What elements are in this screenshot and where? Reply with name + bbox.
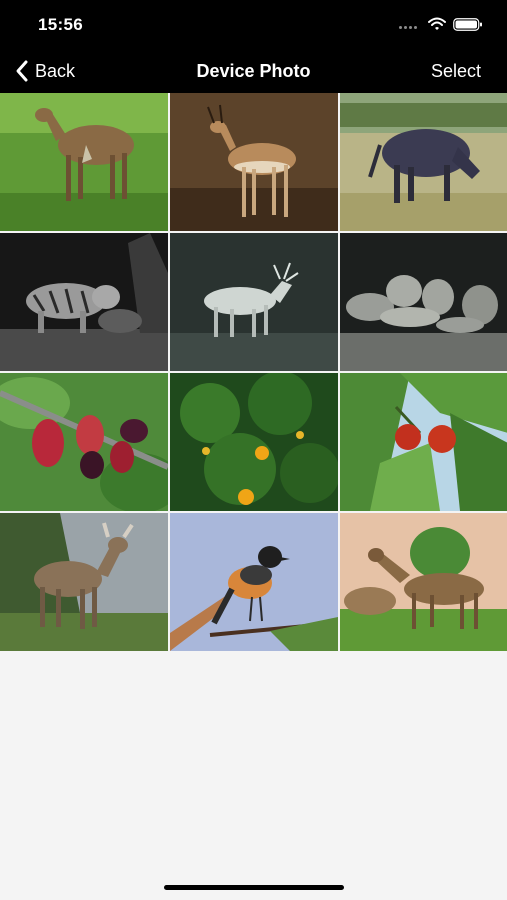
photo-thumbnail[interactable]: [170, 513, 338, 651]
select-button[interactable]: Select: [431, 61, 481, 82]
battery-icon: [453, 18, 482, 31]
photo-thumbnail[interactable]: [340, 233, 507, 371]
photo-thumbnail[interactable]: [0, 233, 168, 371]
photo-thumbnail[interactable]: [0, 93, 168, 231]
back-label: Back: [35, 60, 76, 81]
status-time: 15:56: [38, 15, 83, 34]
wifi-icon: [428, 17, 446, 30]
signal-dots-icon: [399, 26, 421, 30]
photo-thumbnail[interactable]: [170, 93, 338, 231]
photo-thumbnail[interactable]: [170, 373, 338, 511]
photo-thumbnail[interactable]: [340, 93, 507, 231]
photo-thumbnail[interactable]: [170, 233, 338, 371]
photo-grid: [0, 93, 507, 651]
photo-thumbnail[interactable]: [340, 513, 507, 651]
chevron-left-icon: [16, 60, 28, 82]
photo-thumbnail[interactable]: [0, 513, 168, 651]
navigation-bar: Back Device Photo Select: [0, 50, 507, 93]
photo-thumbnail[interactable]: [0, 373, 168, 511]
home-indicator: [164, 885, 344, 890]
status-bar: 15:56: [0, 0, 507, 50]
back-button[interactable]: Back: [14, 56, 75, 86]
photo-thumbnail[interactable]: [340, 373, 507, 511]
